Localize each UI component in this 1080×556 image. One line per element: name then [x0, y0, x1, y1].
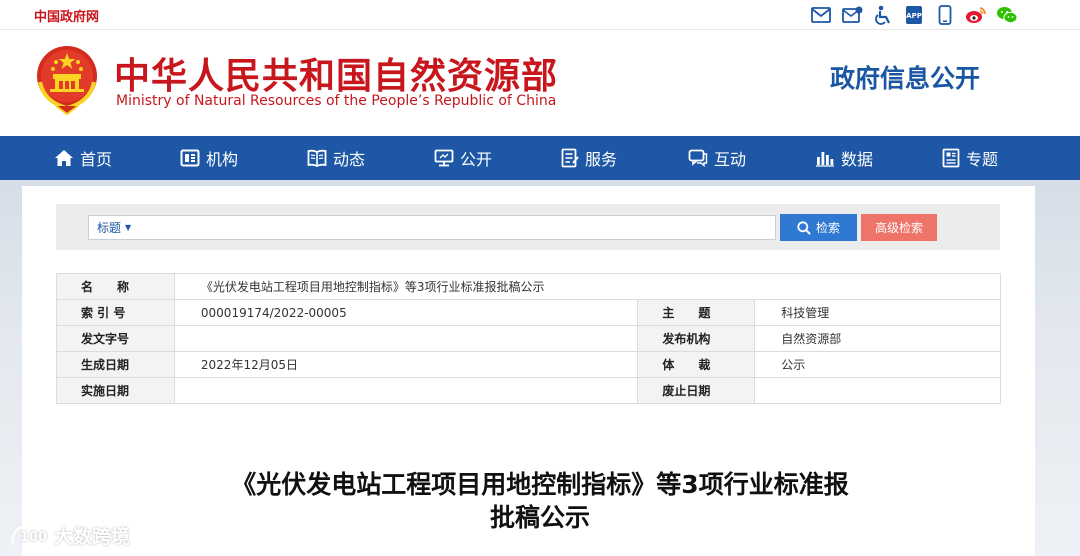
svg-text:100: 100 [20, 530, 47, 545]
nav-label: 互动 [714, 150, 747, 169]
gen-date-value: 2022年12月05日 [173, 351, 639, 378]
nav-label: 专题 [966, 150, 999, 169]
site-header: 中华人民共和国自然资源部 Ministry of Natural Resourc… [0, 30, 1080, 136]
document-icon [561, 148, 579, 168]
genre-label: 体 裁 [637, 351, 756, 378]
table-row: 索 引 号 000019174/2022-00005 主 题 科技管理 [56, 299, 1001, 326]
docno-label: 发文字号 [56, 325, 175, 352]
table-row: 生成日期 2022年12月05日 体 裁 公示 [56, 351, 1001, 378]
index-value: 000019174/2022-00005 [173, 299, 639, 326]
search-field-select-label: 标题 [97, 221, 122, 235]
impl-date-value [173, 377, 639, 404]
topic-value: 科技管理 [754, 299, 1001, 326]
search-icon [797, 220, 811, 235]
table-row: 实施日期 废止日期 [56, 377, 1001, 404]
chat-icon [688, 149, 708, 167]
search-field: 标题 ▼ [88, 215, 776, 240]
nav-label: 动态 [333, 150, 366, 169]
document-info-table: 名 称 《光伏发电站工程项目用地控制指标》等3项行业标准报批稿公示 索 引 号 … [56, 273, 1002, 404]
name-value: 《光伏发电站工程项目用地控制指标》等3项行业标准报批稿公示 [173, 273, 1002, 300]
watermark: 100 大数跨境 [10, 522, 130, 549]
table-row: 发文字号 发布机构 自然资源部 [56, 325, 1001, 352]
expiry-label: 废止日期 [637, 377, 756, 404]
nav-item-news[interactable]: 动态 [307, 136, 434, 180]
file-icon [942, 148, 960, 168]
docno-value [173, 325, 639, 352]
gov-cn-link[interactable]: 中国政府网 [34, 6, 99, 25]
app-icon[interactable]: APP [903, 4, 925, 26]
nav-label: 首页 [80, 150, 113, 169]
genre-value: 公示 [754, 351, 1001, 378]
book-icon [307, 149, 327, 167]
email-send-icon[interactable] [841, 4, 863, 26]
nav-item-interact[interactable]: 互动 [688, 136, 815, 180]
issuer-value: 自然资源部 [754, 325, 1001, 352]
nav-item-open[interactable]: 公开 [434, 136, 561, 180]
section-title[interactable]: 政府信息公开 [830, 59, 980, 95]
accessibility-icon[interactable] [872, 4, 894, 26]
nav-item-topics[interactable]: 专题 [942, 136, 1042, 180]
article-title: 《光伏发电站工程项目用地控制指标》等3项行业标准报 批稿公示 [180, 468, 900, 534]
nav-item-org[interactable]: 机构 [180, 136, 307, 180]
main-nav: 首页 机构 动态 公开 服务 互动 数据 专题 [0, 136, 1080, 180]
search-input[interactable] [149, 217, 769, 238]
topic-label: 主 题 [637, 299, 756, 326]
nav-label: 机构 [206, 150, 239, 169]
article-title-line: 批稿公示 [489, 503, 590, 532]
home-icon [55, 150, 73, 166]
weibo-icon[interactable] [965, 4, 987, 26]
table-row: 名 称 《光伏发电站工程项目用地控制指标》等3项行业标准报批稿公示 [56, 273, 1002, 300]
article-title-line: 《光伏发电站工程项目用地控制指标》等3项行业标准报 [231, 470, 849, 499]
advanced-search-button[interactable]: 高级检索 [861, 214, 937, 241]
top-utility-bar: 中国政府网 APP [0, 0, 1080, 30]
search-field-select[interactable]: 标题 ▼ [89, 216, 131, 239]
monitor-icon [434, 149, 454, 167]
svg-text:APP: APP [906, 12, 922, 20]
nav-label: 数据 [841, 150, 874, 169]
watermark-text: 大数跨境 [54, 526, 131, 548]
site-title-english: Ministry of Natural Resources of the Peo… [116, 93, 557, 109]
nav-item-home[interactable]: 首页 [54, 136, 180, 180]
nav-item-data[interactable]: 数据 [815, 136, 942, 180]
nav-item-service[interactable]: 服务 [561, 136, 688, 180]
nav-label: 服务 [585, 150, 618, 169]
caret-down-icon: ▼ [125, 223, 132, 232]
gen-date-label: 生成日期 [56, 351, 175, 378]
impl-date-label: 实施日期 [56, 377, 175, 404]
site-title: 中华人民共和国自然资源部 [114, 56, 559, 97]
search-button[interactable]: 检索 [780, 214, 857, 241]
search-button-label: 检索 [815, 221, 840, 235]
name-label: 名 称 [56, 273, 175, 300]
advanced-search-label: 高级检索 [874, 221, 923, 235]
index-label: 索 引 号 [56, 299, 175, 326]
issuer-label: 发布机构 [637, 325, 756, 352]
utility-icons: APP [810, 4, 1018, 26]
nav-label: 公开 [460, 150, 493, 169]
expiry-value [754, 377, 1001, 404]
mobile-icon[interactable] [934, 4, 956, 26]
chart-icon [816, 152, 834, 167]
wechat-icon[interactable] [996, 4, 1018, 26]
mail-icon[interactable] [810, 4, 832, 26]
watermark-logo-icon: 100 [11, 525, 47, 545]
national-emblem-logo [37, 46, 97, 116]
org-icon [180, 149, 200, 167]
